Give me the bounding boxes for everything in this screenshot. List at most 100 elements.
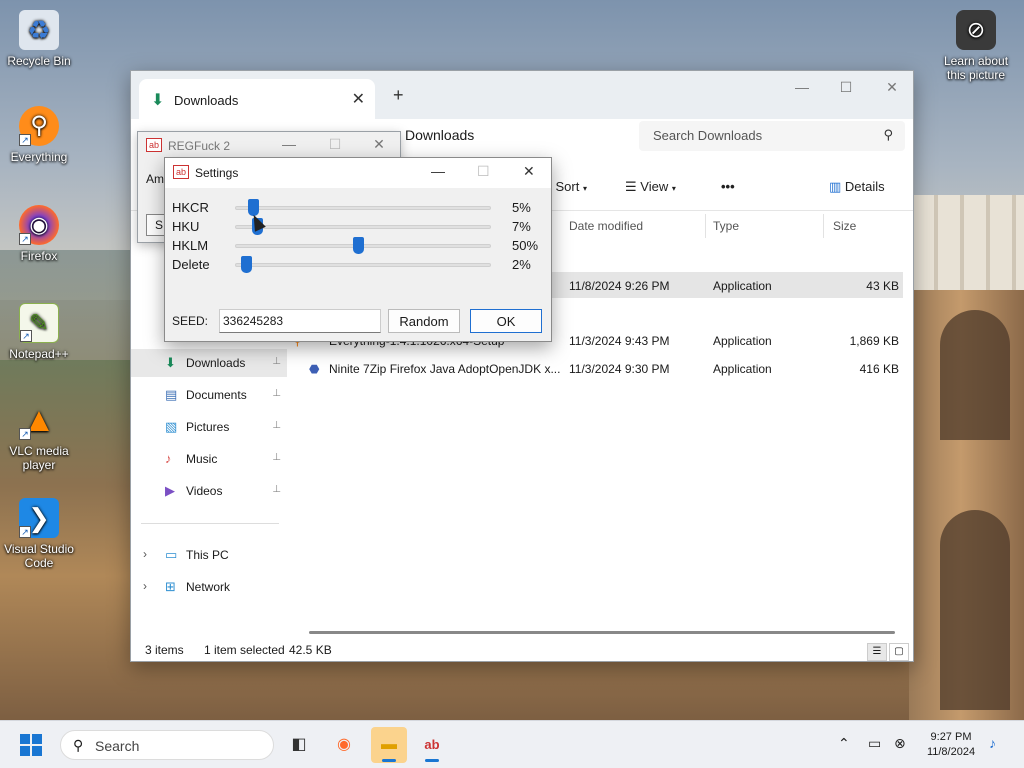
search-icon: ⚲ <box>883 127 893 142</box>
regfuck-taskbar-icon[interactable]: ab <box>414 727 450 763</box>
nav-label: Network <box>186 580 231 594</box>
nav-label: Pictures <box>186 420 230 434</box>
desktop-icon-learn-about-picture[interactable]: ⊘ Learn about this picture <box>936 10 1016 82</box>
file-explorer-taskbar-icon[interactable]: ▬ <box>371 727 407 763</box>
close-button[interactable]: ✕ <box>877 79 907 101</box>
nav-item-downloads[interactable]: ⬇ Downloads ⊥ <box>131 349 287 377</box>
shortcut-arrow-icon: ↗ <box>19 233 31 245</box>
dialog-titlebar[interactable]: ab Settings — ☐ ✕ <box>165 158 551 188</box>
breadcrumb[interactable]: Downloads <box>405 127 474 143</box>
wallpaper-town <box>912 195 1024 290</box>
app-icon: ab <box>146 138 162 152</box>
new-tab-button[interactable]: + <box>393 85 404 106</box>
everything-icon: ⚲ ↗ <box>19 106 59 146</box>
large-icons-view-icon[interactable]: ▢ <box>889 643 909 661</box>
music-icon: ♪ <box>165 451 172 466</box>
videos-icon: ▶ <box>165 483 175 498</box>
taskbar-search[interactable]: ⚲ Search <box>60 730 274 760</box>
slider-thumb[interactable] <box>241 256 252 273</box>
ok-button[interactable]: OK <box>470 309 542 333</box>
file-row[interactable]: ⬣ Ninite 7Zip Firefox Java AdoptOpenJDK … <box>291 355 903 381</box>
desktop-icon-label: Everything <box>10 150 68 164</box>
desktop-icon-vlc[interactable]: ▲ ↗ VLC media player <box>1 400 77 472</box>
desktop-icon-notepadpp[interactable]: ✎ ↗ Notepad++ <box>1 303 77 361</box>
slider-track[interactable] <box>235 256 491 273</box>
column-separator[interactable] <box>823 214 824 238</box>
chevron-down-icon: ▾ <box>582 184 587 193</box>
file-date: 11/8/2024 9:26 PM <box>569 279 670 293</box>
slider-track[interactable] <box>235 218 491 235</box>
details-label: Details <box>844 179 885 194</box>
chevron-right-icon[interactable]: › <box>143 579 147 593</box>
notification-bell-icon[interactable]: ♪ <box>989 735 996 751</box>
desktop-icon-label: Firefox <box>20 249 58 263</box>
close-button[interactable]: ✕ <box>523 163 535 180</box>
nav-item-pictures[interactable]: ▧ Pictures ⊥ <box>131 413 287 441</box>
desktop-icon-vscode[interactable]: ❯ ↗ Visual Studio Code <box>1 498 77 570</box>
taskbar: ⚲ Search ◧ ◉ ▬ ab ⌃ ▭ ⊗ 9:27 PM 11/8/202… <box>0 720 1024 768</box>
desktop-icon-label: VLC media player <box>9 444 69 472</box>
camera-info-icon: ⊘ <box>956 10 996 50</box>
firefox-taskbar-icon[interactable]: ◉ <box>326 727 362 763</box>
more-options-button[interactable]: ••• <box>721 179 735 194</box>
close-button[interactable]: ✕ <box>364 136 394 158</box>
nav-item-this-pc[interactable]: › ▭ This PC <box>131 541 287 569</box>
slider-track[interactable] <box>235 199 491 216</box>
tab-close-icon[interactable]: ✕ <box>352 89 365 109</box>
sort-label: Sort <box>555 179 580 194</box>
clock-date: 11/8/2024 <box>926 746 976 758</box>
column-type[interactable]: Type <box>713 219 739 233</box>
seed-input[interactable]: 336245283 <box>219 309 381 333</box>
nav-item-music[interactable]: ♪ Music ⊥ <box>131 445 287 473</box>
column-date-modified[interactable]: Date modified <box>569 219 643 233</box>
column-size[interactable]: Size <box>833 219 856 233</box>
tab-downloads[interactable]: ⬇ Downloads ✕ <box>139 79 375 119</box>
details-pane-icon: ▥ <box>829 179 845 194</box>
desktop-icon-recycle-bin[interactable]: ♻ Recycle Bin <box>1 10 77 68</box>
file-type: Application <box>713 362 772 376</box>
slider-row-hklm: HKLM 50% <box>165 236 551 255</box>
slider-value: 50% <box>512 238 539 253</box>
desktop-icon-label: Visual Studio Code <box>4 542 74 570</box>
minimize-button[interactable]: — <box>431 163 445 179</box>
maximize-button[interactable]: ☐ <box>320 136 350 158</box>
pin-icon: ⊥ <box>272 420 281 431</box>
view-button[interactable]: ☰ View ▾ <box>625 179 676 195</box>
nav-label: Videos <box>186 484 223 498</box>
minimize-button[interactable]: — <box>274 136 304 158</box>
nav-item-videos[interactable]: ▶ Videos ⊥ <box>131 477 287 505</box>
volume-muted-icon[interactable]: ⊗ <box>894 735 906 752</box>
slider-thumb[interactable] <box>353 237 364 254</box>
nav-item-documents[interactable]: ▤ Documents ⊥ <box>131 381 287 409</box>
file-size: 416 KB <box>859 362 899 376</box>
maximize-button[interactable]: ☐ <box>477 163 490 180</box>
search-input[interactable]: Search Downloads ⚲ <box>639 121 905 151</box>
status-item-count: 3 items <box>145 643 184 657</box>
maximize-button[interactable]: ☐ <box>831 79 861 101</box>
start-button[interactable] <box>20 734 42 756</box>
details-button[interactable]: ▥ Details <box>829 179 885 195</box>
nav-item-network[interactable]: › ⊞ Network <box>131 573 287 601</box>
slider-track[interactable] <box>235 237 491 254</box>
task-view-icon[interactable]: ◧ <box>281 727 317 763</box>
pictures-icon: ▧ <box>165 419 178 434</box>
network-tray-icon[interactable]: ▭ <box>868 735 881 752</box>
random-button[interactable]: Random <box>388 309 460 333</box>
details-view-icon[interactable]: ☰ <box>867 643 887 661</box>
shortcut-arrow-icon: ↗ <box>19 526 31 538</box>
desktop-icon-everything[interactable]: ⚲ ↗ Everything <box>1 106 77 164</box>
slider-label: Delete <box>172 257 210 272</box>
view-icon: ☰ <box>625 179 641 194</box>
wallpaper-arch <box>940 510 1010 710</box>
horizontal-scrollbar[interactable] <box>309 631 895 634</box>
chevron-right-icon[interactable]: › <box>143 547 147 561</box>
pin-icon: ⊥ <box>272 356 281 367</box>
desktop-icon-firefox[interactable]: ◉ ↗ Firefox <box>1 205 77 263</box>
minimize-button[interactable]: — <box>787 79 817 101</box>
ninite-file-icon: ⬣ <box>309 362 320 376</box>
clock[interactable]: 9:27 PM 11/8/2024 <box>916 730 986 760</box>
chevron-down-icon: ▾ <box>671 184 676 193</box>
tray-overflow-icon[interactable]: ⌃ <box>838 735 850 752</box>
column-separator[interactable] <box>705 214 706 238</box>
file-type: Application <box>713 279 772 293</box>
